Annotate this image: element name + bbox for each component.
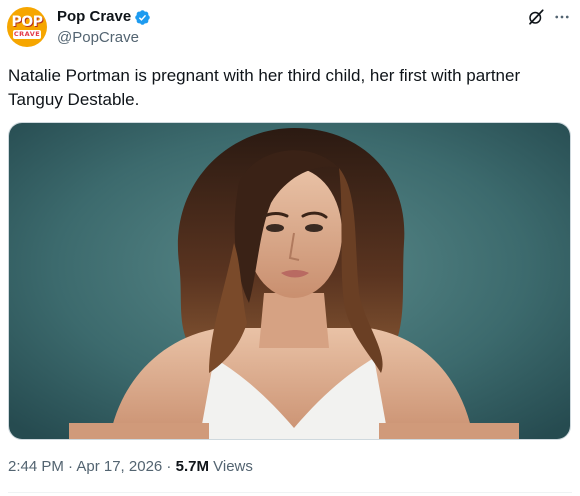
divider bbox=[8, 492, 572, 493]
verified-badge-icon bbox=[135, 9, 150, 25]
timestamp[interactable]: 2:44 PM · Apr 17, 2026 bbox=[8, 458, 162, 475]
author-display-name[interactable]: Pop Crave bbox=[57, 7, 131, 27]
avatar-logo-text: POP bbox=[11, 14, 43, 30]
views-count: 5.7M bbox=[175, 458, 209, 475]
tweet-text: Natalie Portman is pregnant with her thi… bbox=[8, 66, 521, 109]
tweet-meta: 2:44 PM · Apr 17, 2026 · 5.7M Views bbox=[8, 457, 253, 477]
views-label: Views bbox=[208, 458, 253, 475]
author-name-row: Pop Crave bbox=[57, 7, 151, 27]
avatar-logo-subtext: CRAVE bbox=[13, 30, 41, 39]
author-handle[interactable]: @PopCrave bbox=[57, 28, 139, 48]
more-options-icon[interactable] bbox=[553, 8, 571, 26]
meta-separator: · bbox=[162, 458, 176, 475]
grok-icon[interactable] bbox=[527, 8, 545, 26]
portrait-photo bbox=[9, 123, 570, 439]
avatar[interactable]: POP CRAVE bbox=[7, 7, 47, 47]
tweet-photo[interactable] bbox=[8, 122, 571, 440]
tweet-card: POP CRAVE Pop Crave @PopCrave Natalie Po… bbox=[0, 0, 580, 496]
